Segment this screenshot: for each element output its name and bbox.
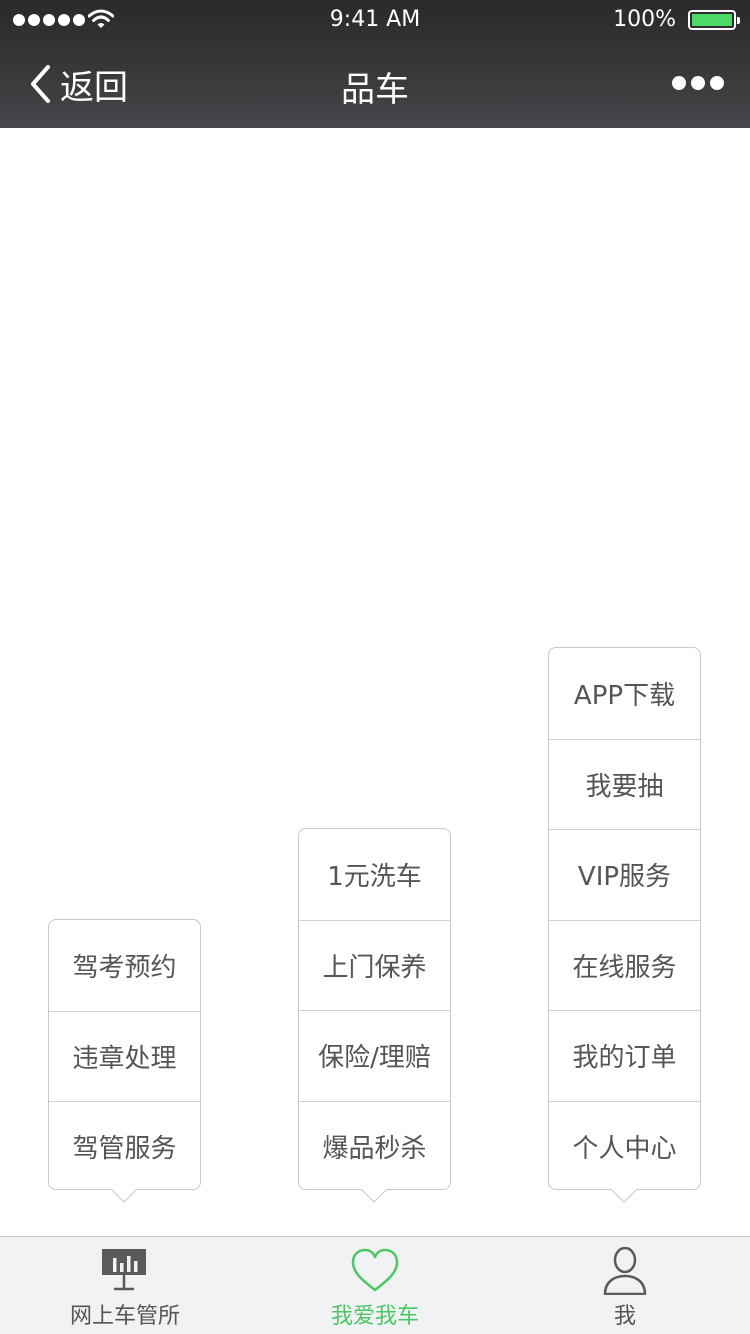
- status-bar: 9:41 AM 100%: [0, 0, 750, 40]
- menu-item-home-maintenance[interactable]: 上门保养: [299, 919, 450, 1011]
- menu-item-insurance-claims[interactable]: 保险/理赔: [299, 1010, 450, 1101]
- heart-icon: [351, 1248, 399, 1292]
- tab-label: 网上车管所: [69, 1304, 180, 1329]
- menu-item-app-download[interactable]: APP下载: [549, 648, 700, 739]
- tab-love-my-car[interactable]: 我爱我车: [250, 1237, 500, 1334]
- tab-me[interactable]: 我: [500, 1237, 750, 1334]
- tab-online-vehicle-office[interactable]: 网上车管所: [0, 1237, 250, 1334]
- menu-my-car: 1元洗车 上门保养 保险/理赔 爆品秒杀: [298, 828, 451, 1203]
- page-title: 品车: [341, 70, 409, 110]
- menu-item-violation-handling[interactable]: 违章处理: [49, 1010, 200, 1102]
- menu-item-online-service[interactable]: 在线服务: [549, 919, 700, 1011]
- more-dots-icon[interactable]: [672, 76, 724, 90]
- header: 9:41 AM 100% 返回 品车: [0, 0, 750, 128]
- menu-me: APP下载 我要抽 VIP服务 在线服务 我的订单 个人中心: [548, 647, 701, 1203]
- battery-fill: [692, 14, 732, 26]
- menu-item-my-orders[interactable]: 我的订单: [549, 1010, 700, 1101]
- battery-percent: 100%: [613, 7, 676, 32]
- presentation-chart-icon: [102, 1249, 146, 1291]
- menu-item-car-wash[interactable]: 1元洗车: [299, 829, 450, 920]
- menu-item-driving-test-booking[interactable]: 驾考预约: [49, 920, 200, 1011]
- tab-label: 我: [613, 1304, 636, 1329]
- tab-bar: 网上车管所 我爱我车 我: [0, 1236, 750, 1334]
- battery-icon: [688, 10, 740, 30]
- tab-label: 我爱我车: [330, 1304, 419, 1329]
- nav-bar: 返回 品车: [0, 40, 750, 128]
- menu-car-management: 驾考预约 违章处理 驾管服务: [48, 919, 201, 1203]
- person-icon: [603, 1247, 647, 1295]
- menu-item-vip-service[interactable]: VIP服务: [549, 829, 700, 920]
- menu-item-lottery[interactable]: 我要抽: [549, 738, 700, 830]
